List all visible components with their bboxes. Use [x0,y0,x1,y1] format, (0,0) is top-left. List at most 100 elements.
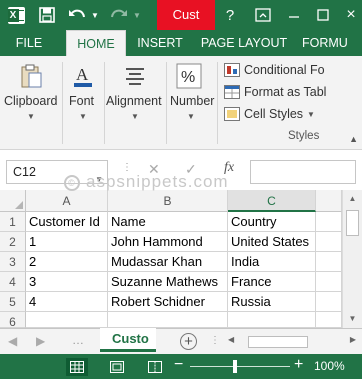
tab-file[interactable]: FILE [0,30,58,56]
horizontal-scroll-thumb[interactable] [248,336,308,348]
cell-c4[interactable]: France [228,272,316,292]
cell-styles-button[interactable]: Cell Styles ▼ [224,104,315,124]
minimize-icon[interactable] [285,5,303,25]
cell-c6[interactable] [228,312,316,328]
cell-a2[interactable]: 1 [26,232,108,252]
styles-group-label: Styles [288,130,320,142]
cell-a6[interactable] [26,312,108,328]
column-header-d[interactable] [316,190,342,212]
row-header[interactable]: 6 [0,312,26,329]
zoom-in-button[interactable]: + [294,356,303,374]
conditional-formatting-button[interactable]: Conditional Fo [224,60,325,80]
sheet-tab-bar: ◀ ▶ … Custo + ⋮ ◀ ▶ [0,328,362,354]
scroll-right-icon[interactable]: ▶ [350,335,356,344]
cell-d6[interactable] [316,312,342,328]
cell-c3[interactable]: India [228,252,316,272]
name-box[interactable]: C12 ▼ [6,160,108,184]
cell-c2[interactable]: United States [228,232,316,252]
cell-b5[interactable]: Robert Schidner [108,292,228,312]
column-header-c[interactable]: C [228,190,316,212]
tab-split-icon[interactable]: ⋮ [210,335,220,346]
cell-d2[interactable] [316,232,342,252]
cell-b2[interactable]: John Hammond [108,232,228,252]
enter-entry-icon[interactable]: ✓ [185,161,197,178]
formula-bar-grip-icon[interactable]: ⋮ [122,162,132,173]
maximize-icon[interactable] [314,5,332,25]
name-box-dropdown-icon[interactable]: ▼ [95,169,103,191]
collapse-ribbon-icon[interactable]: ▲ [349,134,358,144]
cell-a5[interactable]: 4 [26,292,108,312]
ribbon-display-options-icon[interactable] [253,5,273,25]
sheet-tab-customers[interactable]: Custo [100,328,156,352]
zoom-slider-thumb[interactable] [233,360,237,373]
redo-icon[interactable] [108,5,130,25]
zoom-out-button[interactable]: − [174,356,183,374]
horizontal-scrollbar[interactable]: ◀ ▶ [228,335,356,349]
vertical-scroll-thumb[interactable] [346,210,359,236]
cell-b3[interactable]: Mudassar Khan [108,252,228,272]
row-header[interactable]: 4 [0,272,26,292]
ribbon-home: Clipboard ▼ A Font ▼ Alignment ▼ % Numbe… [0,56,362,150]
column-header-a[interactable]: A [26,190,108,212]
column-header-b[interactable]: B [108,190,228,212]
svg-text:A: A [76,65,89,84]
select-all-button[interactable] [0,190,26,212]
tab-formulas[interactable]: FORMU [302,30,362,56]
redo-dropdown-icon[interactable]: ▼ [132,5,142,25]
zoom-level[interactable]: 100% [314,359,345,373]
next-sheet-icon[interactable]: ▶ [36,334,45,348]
zoom-slider[interactable] [190,366,290,367]
vertical-scrollbar[interactable]: ▲ ▼ [342,190,362,328]
row-header[interactable]: 1 [0,212,26,232]
cell-b4[interactable]: Suzanne Mathews [108,272,228,292]
close-icon[interactable]: × [343,5,359,25]
tab-page-layout[interactable]: PAGE LAYOUT [192,30,296,56]
alignment-group[interactable]: Alignment ▼ [104,56,166,150]
clipboard-group[interactable]: Clipboard ▼ [0,56,62,150]
cell-styles-icon [224,107,240,121]
excel-logo-icon[interactable]: X [6,5,26,25]
title-bar: X ▼ ▼ Cust ? × [0,0,362,30]
previous-sheet-icon[interactable]: ◀ [8,334,17,348]
cell-c1[interactable]: Country [228,212,316,232]
undo-icon[interactable] [66,5,88,25]
add-sheet-button[interactable]: + [180,333,197,350]
undo-dropdown-icon[interactable]: ▼ [90,5,100,25]
page-layout-view-icon[interactable] [106,358,128,376]
sheet-nav-more-icon[interactable]: … [72,333,84,347]
normal-view-icon[interactable] [66,358,88,376]
align-center-icon [120,62,150,90]
conditional-formatting-icon [224,63,240,77]
cell-a3[interactable]: 2 [26,252,108,272]
cell-a4[interactable]: 3 [26,272,108,292]
column-headers: A B C [0,190,342,212]
cell-d3[interactable] [316,252,342,272]
help-button[interactable]: ? [222,5,238,25]
scroll-up-icon[interactable]: ▲ [343,190,362,208]
formula-bar: C12 ▼ ⋮ ✕ ✓ fx [0,150,362,190]
cell-d5[interactable] [316,292,342,312]
format-as-table-button[interactable]: Format as Tabl [224,82,326,102]
font-color-icon: A [68,62,98,90]
cell-c5[interactable]: Russia [228,292,316,312]
tab-insert[interactable]: INSERT [128,30,192,56]
page-break-preview-icon[interactable] [144,358,166,376]
save-icon[interactable] [37,5,57,25]
row-header[interactable]: 3 [0,252,26,272]
insert-function-button[interactable]: fx [224,160,234,176]
cell-b1[interactable]: Name [108,212,228,232]
cell-b6[interactable] [108,312,228,328]
cell-a1[interactable]: Customer Id [26,212,108,232]
row-header[interactable]: 2 [0,232,26,252]
cell-d1[interactable] [316,212,342,232]
scroll-left-icon[interactable]: ◀ [228,335,234,344]
tab-home[interactable]: HOME [66,30,126,57]
cancel-entry-icon[interactable]: ✕ [148,161,160,178]
row-header[interactable]: 5 [0,292,26,312]
number-group[interactable]: % Number ▼ [166,56,216,150]
cell-d4[interactable] [316,272,342,292]
number-label: Number [170,94,215,108]
scroll-down-icon[interactable]: ▼ [343,310,362,328]
formula-input[interactable] [250,160,356,184]
font-group[interactable]: A Font ▼ [62,56,104,150]
